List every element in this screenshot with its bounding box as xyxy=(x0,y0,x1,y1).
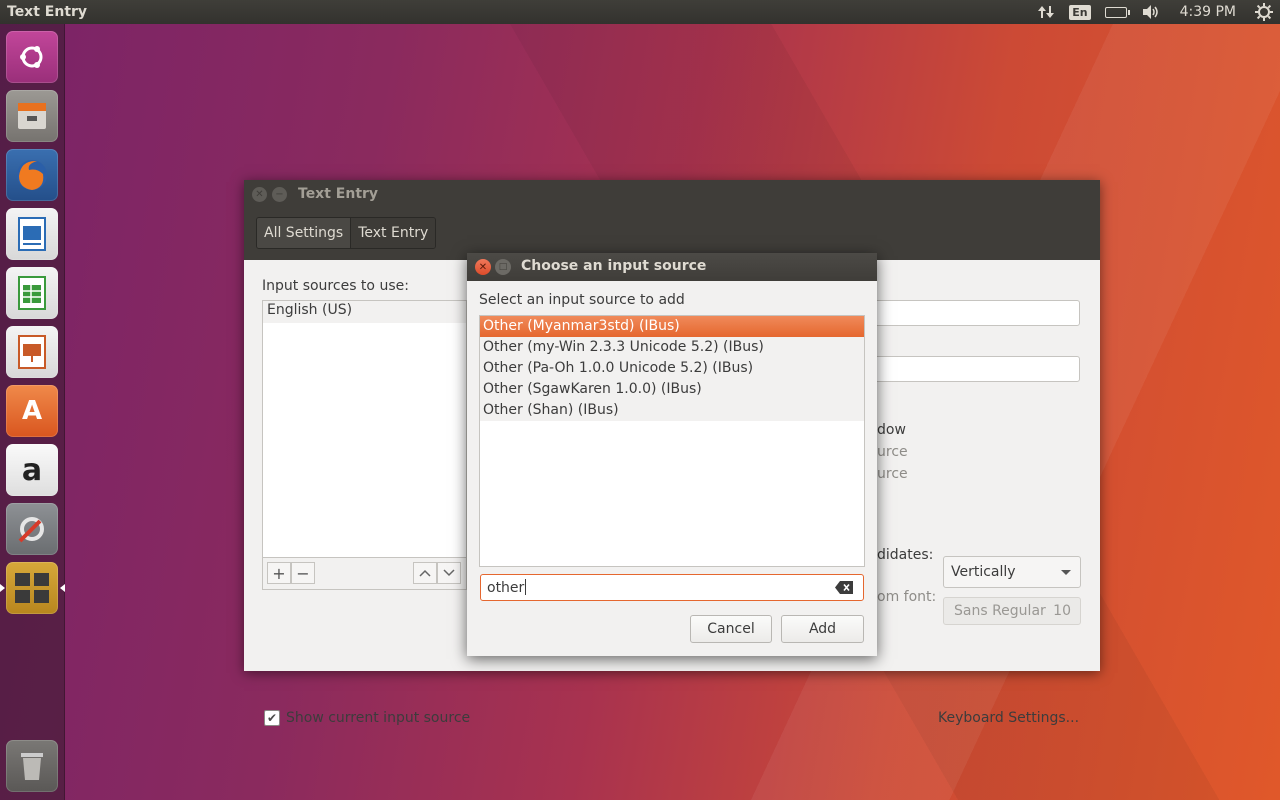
sources-toolbar: + − xyxy=(262,558,467,590)
window-minimize-icon[interactable]: − xyxy=(272,187,287,202)
input-sources-label: Input sources to use: xyxy=(262,278,409,294)
running-indicator xyxy=(0,584,5,592)
dialog-maximize-icon[interactable]: □ xyxy=(495,259,511,275)
clear-text-icon[interactable] xyxy=(835,581,853,594)
calc-icon xyxy=(18,276,46,310)
search-input-text: other xyxy=(487,580,525,596)
launcher-files[interactable] xyxy=(6,90,58,142)
show-source-checkbox[interactable]: ✔ xyxy=(264,710,280,726)
move-down-button[interactable] xyxy=(437,562,461,584)
candidates-value: Vertically xyxy=(951,564,1016,580)
list-item[interactable]: English (US) xyxy=(263,301,466,323)
battery-icon[interactable] xyxy=(1098,0,1134,24)
dropdown-caret-icon xyxy=(1061,570,1071,575)
launcher-writer[interactable] xyxy=(6,208,58,260)
window-header: ✕ − Text Entry All Settings Text Entry xyxy=(244,180,1100,260)
launcher-firefox[interactable] xyxy=(6,149,58,201)
list-item[interactable]: Other (my-Win 2.3.3 Unicode 5.2) (IBus) xyxy=(480,337,864,358)
add-source-button[interactable]: + xyxy=(267,562,291,584)
settings-tools-icon xyxy=(18,517,44,543)
session-gear-icon[interactable] xyxy=(1248,0,1280,24)
input-sources-list[interactable]: English (US) xyxy=(262,300,467,558)
source-option-label-1: urce xyxy=(877,444,908,460)
trash-icon xyxy=(21,753,43,780)
workspaces-icon xyxy=(15,573,49,603)
shortcut-field-2[interactable] xyxy=(874,356,1080,382)
input-source-list[interactable]: Other (Myanmar3std) (IBus) Other (my-Win… xyxy=(479,315,865,567)
window-title: Text Entry xyxy=(298,186,379,202)
choose-input-source-dialog: ✕ □ Choose an input source Select an inp… xyxy=(467,253,877,656)
dialog-prompt-label: Select an input source to add xyxy=(479,292,685,308)
source-option-label-2: urce xyxy=(877,466,908,482)
shortcut-field-1[interactable] xyxy=(874,300,1080,326)
add-button[interactable]: Add xyxy=(781,615,864,643)
launcher-workspace-switcher[interactable] xyxy=(6,562,58,614)
clock[interactable]: 4:39 PM xyxy=(1168,0,1248,24)
writer-icon xyxy=(18,217,46,251)
dialog-close-icon[interactable]: ✕ xyxy=(475,259,491,275)
custom-font-label: om font: xyxy=(877,589,937,605)
chevron-down-icon xyxy=(443,569,455,577)
window-scope-label: dow xyxy=(877,422,906,438)
launcher: A a xyxy=(0,24,65,800)
show-source-label: Show current input source xyxy=(286,710,471,726)
top-panel: Text Entry En 4:39 PM xyxy=(0,0,1280,24)
list-item[interactable]: Other (Pa-Oh 1.0.0 Unicode 5.2) (IBus) xyxy=(480,358,864,379)
candidates-orientation-select[interactable]: Vertically xyxy=(943,556,1081,588)
breadcrumb-all-settings[interactable]: All Settings xyxy=(257,218,352,248)
launcher-system-settings[interactable] xyxy=(6,503,58,555)
impress-icon xyxy=(18,335,46,369)
font-name: Sans Regular xyxy=(954,603,1046,619)
keyboard-layout-badge: En xyxy=(1069,4,1091,20)
launcher-trash[interactable] xyxy=(6,740,58,792)
search-input[interactable]: other xyxy=(480,574,864,601)
cancel-button[interactable]: Cancel xyxy=(690,615,772,643)
keyboard-settings-button[interactable]: Keyboard Settings... xyxy=(938,710,1079,726)
breadcrumb: All Settings Text Entry xyxy=(256,217,437,249)
network-transfer-icon[interactable] xyxy=(1030,0,1062,24)
list-item[interactable]: Other (Myanmar3std) (IBus) xyxy=(480,316,864,337)
ubuntu-logo-icon xyxy=(20,46,43,68)
file-cabinet-icon xyxy=(18,103,46,129)
launcher-amazon[interactable]: a xyxy=(6,444,58,496)
list-item[interactable]: Other (SgawKaren 1.0.0) (IBus) xyxy=(480,379,864,400)
breadcrumb-text-entry[interactable]: Text Entry xyxy=(351,218,436,248)
chevron-up-icon xyxy=(419,569,431,577)
dialog-title: Choose an input source xyxy=(521,258,707,274)
launcher-dash-home[interactable] xyxy=(6,31,58,83)
indicator-area: En 4:39 PM xyxy=(1030,0,1280,24)
window-close-icon[interactable]: ✕ xyxy=(252,187,267,202)
focus-indicator xyxy=(60,584,65,592)
launcher-calc[interactable] xyxy=(6,267,58,319)
amazon-icon: a xyxy=(21,452,43,488)
keyboard-indicator[interactable]: En xyxy=(1062,0,1097,24)
panel-app-title: Text Entry xyxy=(7,4,88,20)
remove-source-button[interactable]: − xyxy=(291,562,315,584)
candidates-label: didates: xyxy=(877,547,934,563)
firefox-icon xyxy=(17,160,47,190)
custom-font-button[interactable]: Sans Regular 10 xyxy=(943,597,1081,625)
launcher-software-center[interactable]: A xyxy=(6,385,58,437)
show-source-checkbox-row[interactable]: ✔ Show current input source xyxy=(264,710,470,726)
font-size: 10 xyxy=(1053,603,1071,619)
launcher-impress[interactable] xyxy=(6,326,58,378)
network-arrows-icon xyxy=(1038,6,1055,18)
list-item[interactable]: Other (Shan) (IBus) xyxy=(480,400,864,421)
dialog-header: ✕ □ Choose an input source xyxy=(467,253,877,281)
volume-icon[interactable] xyxy=(1134,0,1168,24)
shopping-bag-icon: A xyxy=(21,396,43,426)
battery-shape xyxy=(1104,6,1130,18)
move-up-button[interactable] xyxy=(413,562,437,584)
